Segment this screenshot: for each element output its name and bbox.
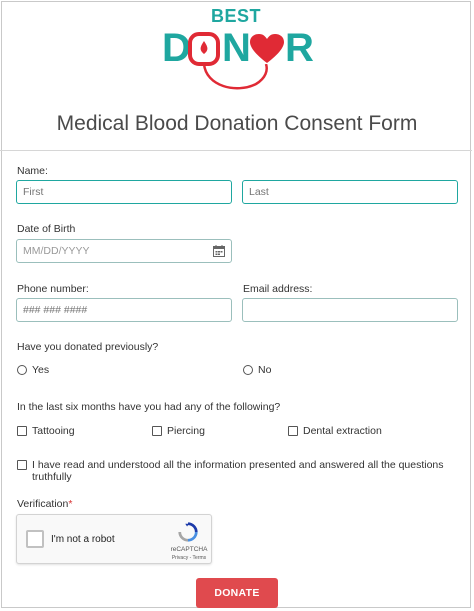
agreement-text-line1: I have read and understood all the infor… bbox=[32, 459, 444, 471]
recaptcha-links[interactable]: Privacy - Terms bbox=[167, 555, 211, 561]
tube-icon bbox=[202, 64, 268, 90]
verification-label-text: Verification bbox=[17, 498, 69, 510]
recaptcha-checkbox[interactable] bbox=[26, 530, 44, 548]
last-name-input[interactable] bbox=[242, 180, 458, 204]
tattooing-checkbox[interactable] bbox=[17, 426, 27, 436]
donate-button[interactable]: DONATE bbox=[196, 578, 278, 608]
tattooing-label[interactable]: Tattooing bbox=[32, 425, 75, 437]
logo-letter-n: N bbox=[222, 26, 251, 70]
agreement-text-line2: truthfully bbox=[32, 471, 72, 483]
first-name-input[interactable] bbox=[16, 180, 232, 204]
name-label: Name: bbox=[17, 165, 48, 177]
donated-yes-radio[interactable] bbox=[17, 365, 27, 375]
recaptcha-label: I'm not a robot bbox=[51, 534, 115, 545]
logo-letter-r: R bbox=[285, 26, 314, 70]
donated-no-radio[interactable] bbox=[243, 365, 253, 375]
logo-best-text: BEST bbox=[211, 6, 262, 26]
donated-yes-label[interactable]: Yes bbox=[32, 364, 49, 376]
logo-letter-d: D bbox=[162, 26, 191, 70]
dental-extraction-label[interactable]: Dental extraction bbox=[303, 425, 382, 437]
six-months-question: In the last six months have you had any … bbox=[17, 401, 281, 413]
phone-input[interactable] bbox=[16, 298, 232, 322]
phone-label: Phone number: bbox=[17, 283, 89, 295]
piercing-label[interactable]: Piercing bbox=[167, 425, 205, 437]
donated-no-label[interactable]: No bbox=[258, 364, 271, 376]
verification-label: Verification* bbox=[17, 498, 72, 510]
piercing-checkbox[interactable] bbox=[152, 426, 162, 436]
blood-bag-icon bbox=[188, 32, 220, 66]
required-mark: * bbox=[68, 498, 73, 510]
recaptcha-brand: reCAPTCHA bbox=[170, 546, 208, 553]
dob-placeholder: MM/DD/YYYY bbox=[23, 245, 90, 257]
recaptcha-logo-icon bbox=[178, 522, 198, 542]
recaptcha-widget: I'm not a robot reCAPTCHA Privacy - Term… bbox=[16, 514, 212, 564]
email-input[interactable] bbox=[242, 298, 458, 322]
divider bbox=[0, 150, 472, 151]
heart-icon bbox=[250, 34, 284, 63]
dob-label: Date of Birth bbox=[17, 223, 76, 235]
dob-input[interactable]: MM/DD/YYYY bbox=[16, 239, 232, 263]
dental-extraction-checkbox[interactable] bbox=[288, 426, 298, 436]
agreement-label[interactable]: I have read and understood all the infor… bbox=[32, 459, 452, 483]
agreement-checkbox[interactable] bbox=[17, 460, 27, 470]
email-label: Email address: bbox=[243, 283, 313, 295]
calendar-icon[interactable] bbox=[213, 245, 225, 257]
page-title: Medical Blood Donation Consent Form bbox=[56, 112, 418, 135]
donated-question: Have you donated previously? bbox=[17, 341, 159, 353]
